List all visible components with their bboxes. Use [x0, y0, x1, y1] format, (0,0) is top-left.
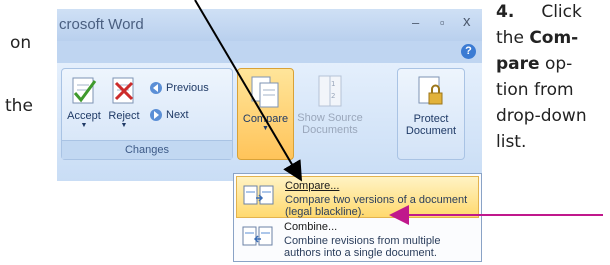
- annotation-arrows: [194, 0, 603, 225]
- pointer-arrow: [194, 0, 303, 182]
